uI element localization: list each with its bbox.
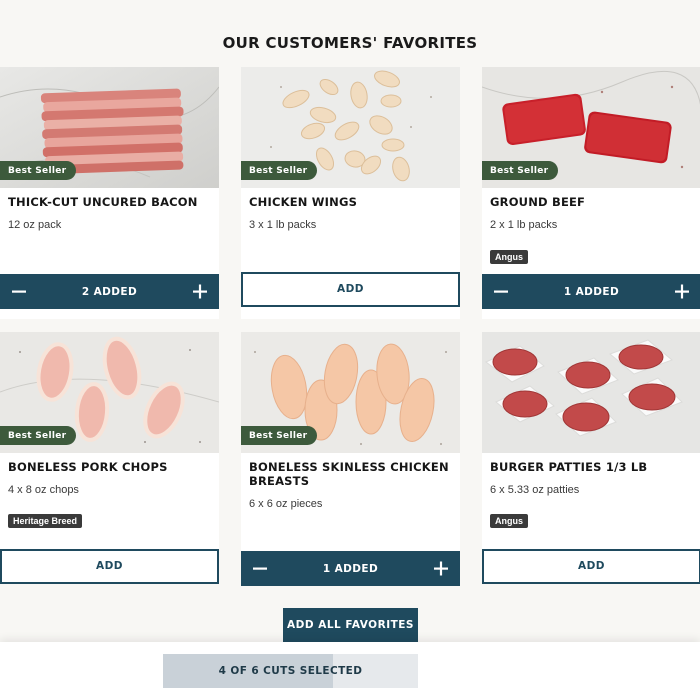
product-size: 6 x 5.33 oz patties xyxy=(490,484,580,496)
product-card-chicken-wings: Best Seller Chicken Wings 3 x 1 lb packs… xyxy=(241,67,460,319)
added-count: 2 Added xyxy=(81,286,138,298)
product-tag: Heritage Breed xyxy=(8,514,83,528)
add-all-favorites-button[interactable]: Add all favorites xyxy=(283,608,418,642)
plus-icon[interactable] xyxy=(181,274,219,309)
selection-footer: 4 of 6 cuts selected xyxy=(0,642,700,700)
best-seller-badge: Best Seller xyxy=(0,426,77,445)
product-image-chicken-breasts: Best Seller xyxy=(241,332,460,453)
minus-icon[interactable] xyxy=(0,274,38,309)
product-size: 6 x 6 oz pieces xyxy=(249,498,323,510)
product-name: Chicken Wings xyxy=(249,195,358,209)
added-count: 1 Added xyxy=(563,286,620,298)
quantity-stepper: 1 Added xyxy=(482,274,700,309)
quantity-stepper: 1 Added xyxy=(241,551,460,586)
selection-progress-label: 4 of 6 cuts selected xyxy=(218,665,363,677)
product-card-burger-patties: Burger Patties 1/3 lb 6 x 5.33 oz pattie… xyxy=(482,332,700,584)
best-seller-badge: Best Seller xyxy=(241,161,318,180)
product-size: 3 x 1 lb packs xyxy=(249,219,317,231)
add-button[interactable]: Add xyxy=(241,272,460,307)
best-seller-badge: Best Seller xyxy=(482,161,559,180)
product-card-bacon: Best Seller Thick-cut uncured bacon 12 o… xyxy=(0,67,219,319)
add-button[interactable]: Add xyxy=(482,549,700,584)
plus-icon[interactable] xyxy=(663,274,700,309)
best-seller-badge: Best Seller xyxy=(0,161,77,180)
product-image-ground-beef: Best Seller xyxy=(482,67,700,188)
product-size: 12 oz pack xyxy=(8,219,62,231)
add-button[interactable]: Add xyxy=(0,549,219,584)
minus-icon[interactable] xyxy=(482,274,520,309)
product-size: 2 x 1 lb packs xyxy=(490,219,558,231)
product-name: Boneless Skinless Chicken Breasts xyxy=(249,460,449,488)
selection-progress: 4 of 6 cuts selected xyxy=(163,654,418,688)
added-count: 1 Added xyxy=(322,563,379,575)
product-image-pork-chops: Best Seller xyxy=(0,332,219,453)
product-size: 4 x 8 oz chops xyxy=(8,484,79,496)
product-image-burger-patties xyxy=(482,332,700,453)
product-card-chicken-breasts: Best Seller Boneless Skinless Chicken Br… xyxy=(241,332,460,586)
plus-icon[interactable] xyxy=(422,551,460,586)
product-image-chicken-wings: Best Seller xyxy=(241,67,460,188)
product-card-ground-beef: Best Seller Ground Beef 2 x 1 lb packs A… xyxy=(482,67,700,319)
product-name: Burger Patties 1/3 lb xyxy=(490,460,648,474)
quantity-stepper: 2 Added xyxy=(0,274,219,309)
minus-icon[interactable] xyxy=(241,551,279,586)
best-seller-badge: Best Seller xyxy=(241,426,318,445)
product-tag: Angus xyxy=(490,250,528,264)
section-title: Our Customers' Favorites xyxy=(222,34,478,52)
product-name: Thick-cut uncured bacon xyxy=(8,195,198,209)
product-name: Boneless Pork Chops xyxy=(8,460,168,474)
product-name: Ground Beef xyxy=(490,195,586,209)
product-tag: Angus xyxy=(490,514,528,528)
product-card-pork-chops: Best Seller Boneless Pork Chops 4 x 8 oz… xyxy=(0,332,219,584)
product-image-bacon: Best Seller xyxy=(0,67,219,188)
